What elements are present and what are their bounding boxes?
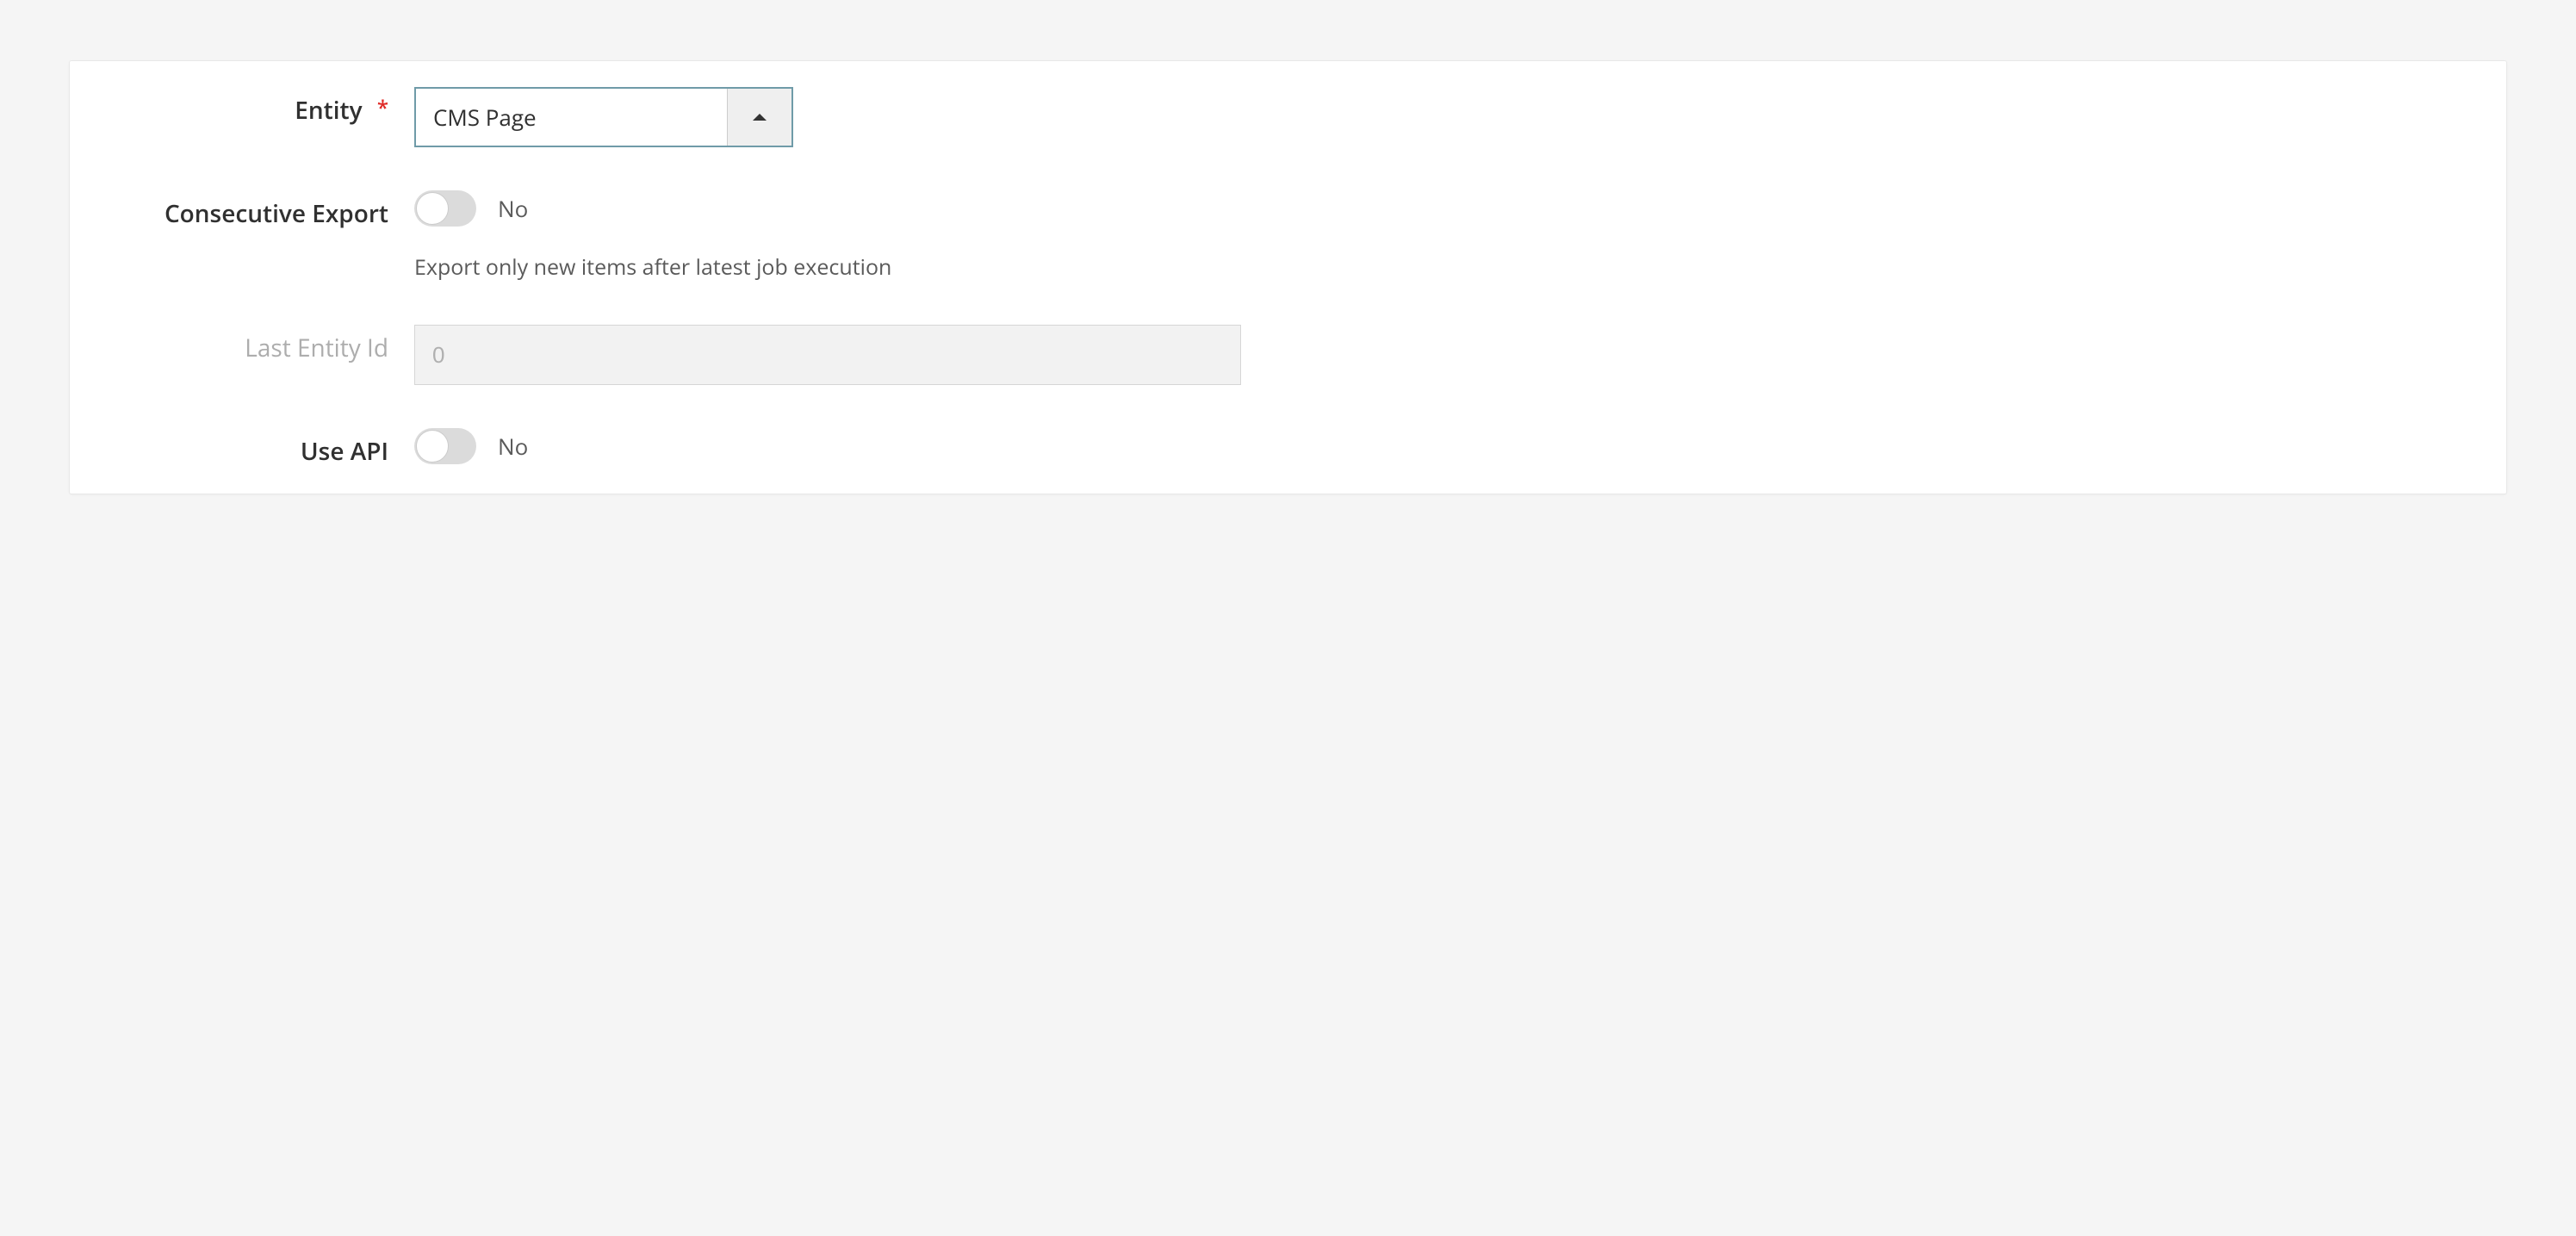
consecutive-export-toggle-row: No — [414, 190, 2472, 227]
use-api-toggle[interactable] — [414, 428, 476, 464]
consecutive-export-control: No Export only new items after latest jo… — [414, 190, 2472, 282]
toggle-knob — [416, 430, 449, 463]
consecutive-export-toggle[interactable] — [414, 190, 476, 227]
entity-label: Entity * — [104, 87, 414, 127]
last-entity-id-label: Last Entity Id — [104, 325, 414, 364]
entity-select[interactable]: CMS Page — [414, 87, 793, 147]
entity-label-text: Entity — [295, 94, 362, 127]
use-api-label: Use API — [104, 428, 414, 468]
entity-row: Entity * CMS Page — [104, 87, 2472, 147]
use-api-state: No — [498, 431, 528, 462]
consecutive-export-row: Consecutive Export No Export only new it… — [104, 190, 2472, 282]
entity-select-arrow-button[interactable] — [727, 89, 791, 146]
entity-select-value: CMS Page — [416, 89, 727, 146]
required-asterisk: * — [377, 94, 388, 122]
use-api-control: No — [414, 428, 2472, 464]
use-api-row: Use API No — [104, 428, 2472, 468]
entity-control: CMS Page — [414, 87, 2472, 147]
consecutive-export-state: No — [498, 193, 528, 224]
last-entity-id-row: Last Entity Id — [104, 325, 2472, 385]
form-panel: Entity * CMS Page Consecutive Export — [69, 60, 2507, 494]
last-entity-id-control — [414, 325, 2472, 385]
toggle-knob — [416, 192, 449, 225]
last-entity-id-input — [414, 325, 1241, 385]
consecutive-export-helper: Export only new items after latest job e… — [414, 252, 2472, 282]
consecutive-export-label: Consecutive Export — [104, 190, 414, 230]
chevron-up-icon — [752, 108, 767, 127]
use-api-toggle-row: No — [414, 428, 2472, 464]
